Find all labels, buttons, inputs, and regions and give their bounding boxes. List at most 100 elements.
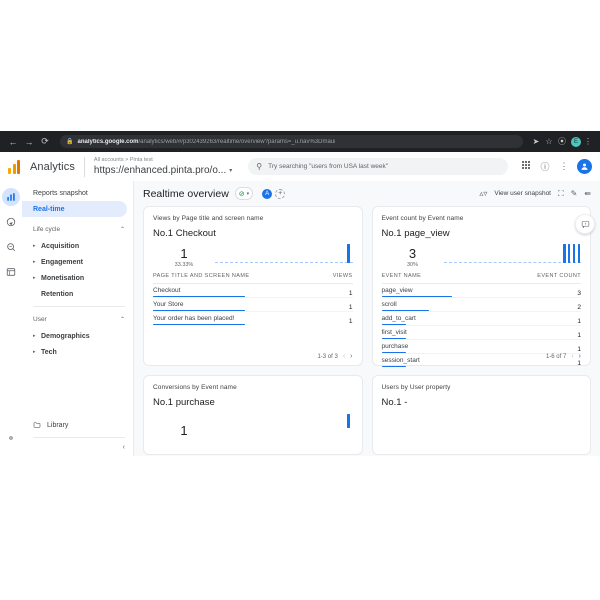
sidebar-section-life-cycle[interactable]: Life cycle ⌃ (22, 221, 133, 238)
configure-icon[interactable] (2, 263, 20, 281)
card-metric-percent: 30% (406, 262, 418, 268)
card-pagination: 1-6 of 7 ‹ › (546, 353, 581, 360)
card-event-count-by-event-name: Event count by Event name No.1 page_view… (371, 206, 591, 367)
sparkline-baseline (215, 262, 353, 263)
table-row[interactable]: Your Store 1 (153, 298, 353, 312)
reports-icon[interactable] (2, 188, 20, 206)
status-badge[interactable]: ⊘ ▾ (234, 187, 254, 200)
sidebar-item-tech[interactable]: ▸ Tech (22, 344, 133, 360)
lock-icon: 🔒 (66, 139, 74, 145)
table-row[interactable]: Checkout 1 (153, 284, 353, 298)
app-body: Reports snapshot Real-time Life cycle ⌃ … (0, 181, 600, 456)
explore-icon[interactable] (2, 213, 20, 231)
address-bar[interactable]: 🔒 analytics.google.com/analytics/web/#/p… (60, 135, 523, 148)
table-row[interactable]: page_view 3 (381, 284, 581, 298)
sidebar-item-label: Engagement (41, 258, 84, 266)
row-label: session_start (381, 357, 420, 364)
gear-icon[interactable] (2, 429, 20, 447)
back-arrow-icon[interactable]: ← (6, 135, 20, 149)
add-comparison-button[interactable]: + (275, 188, 286, 199)
chevron-down-icon[interactable]: ▾ (229, 167, 232, 174)
three-dot-menu-icon[interactable]: ⋮ (582, 136, 594, 148)
chevron-up-icon[interactable]: ⌃ (120, 316, 125, 323)
address-bar-url: analytics.google.com/analytics/web/#/p30… (77, 139, 335, 145)
address-bar-domain: analytics.google.com (77, 138, 139, 145)
chevron-right-icon: ▸ (33, 259, 36, 265)
header-actions: ⓘ ⋮ (510, 159, 592, 174)
apps-grid-icon[interactable] (520, 160, 532, 173)
row-value: 2 (577, 304, 581, 311)
sparkline-bar (347, 414, 350, 428)
sidebar-item-acquisition[interactable]: ▸ Acquisition (22, 238, 133, 254)
sidebar-section-user[interactable]: User ⌃ (22, 311, 133, 328)
check-circle-icon: ⊘ (238, 190, 245, 198)
sidebar-item-engagement[interactable]: ▸ Engagement (22, 254, 133, 270)
sidebar-collapse-row: ‹ (33, 437, 125, 456)
card-metric-value: 1 (180, 423, 188, 438)
feedback-icon[interactable] (575, 214, 595, 234)
card-top-item: No.1 Checkout (153, 228, 216, 239)
view-user-snapshot-button[interactable]: View user snapshot (494, 190, 551, 197)
sidebar-item-library[interactable]: Library (22, 417, 133, 433)
chevron-down-icon[interactable]: ▾ (247, 191, 250, 197)
row-value: 1 (577, 318, 581, 325)
sidebar-item-retention[interactable]: Retention (22, 286, 133, 302)
card-sparkline (215, 241, 353, 269)
forward-arrow-icon[interactable]: → (22, 135, 36, 149)
table-row[interactable]: add_to_cart 1 (381, 312, 581, 326)
sidebar-item-reports-snapshot[interactable]: Reports snapshot (22, 185, 127, 201)
sidebar-item-monetisation[interactable]: ▸ Monetisation (22, 270, 133, 286)
card-title: Event count by Event name (381, 215, 464, 222)
card-sparkline (215, 410, 353, 438)
row-label-cell: page_view (381, 287, 477, 297)
property-name: https://enhanced.pinta.pro/o... (93, 164, 227, 176)
row-bar (153, 295, 245, 297)
row-bar (381, 365, 406, 367)
pagination-next-icon[interactable]: › (350, 353, 352, 360)
pagination-prev-icon[interactable]: ‹ (343, 353, 345, 360)
fullscreen-icon[interactable]: ⛶ (558, 189, 564, 199)
sidebar-item-label: Acquisition (41, 242, 80, 250)
three-dot-menu-icon[interactable]: ⋮ (558, 161, 570, 173)
collapse-chevron-icon[interactable]: ‹ (123, 444, 125, 451)
comparison-badge[interactable]: A (262, 188, 273, 199)
sparkline-bar (347, 244, 350, 263)
row-bar (153, 309, 245, 311)
product-name: Analytics (30, 160, 75, 173)
pagination-prev-icon[interactable]: ‹ (571, 353, 573, 360)
table-row[interactable]: Your order has been placed! 1 (153, 312, 353, 325)
sidebar-item-demographics[interactable]: ▸ Demographics (22, 328, 133, 344)
card-metric-percent: 33.33% (174, 262, 194, 268)
sidebar-item-label: Retention (41, 290, 74, 298)
row-value: 1 (348, 290, 353, 297)
sidebar-section-label: User (33, 316, 47, 323)
share-icon[interactable]: ➤ (530, 136, 542, 148)
property-selector[interactable]: All accounts > Pinta test https://enhanc… (83, 156, 232, 177)
row-bar (381, 309, 429, 311)
user-snapshot-icon[interactable]: ▵▿ (479, 189, 487, 198)
chevron-right-icon: ▸ (33, 243, 36, 249)
row-label: add_to_cart (381, 315, 416, 322)
insights-edit-icon[interactable]: ✎ (571, 189, 578, 198)
share-icon[interactable]: ⇚ (584, 189, 591, 198)
search-input[interactable]: ⚲ Try searching "users from USA last wee… (248, 158, 509, 175)
table-row[interactable]: scroll 2 (381, 298, 581, 312)
table-header-row: PAGE TITLE AND SCREEN NAME VIEWS (153, 273, 353, 284)
help-icon[interactable]: ⓘ (539, 161, 551, 173)
row-label: purchase (381, 343, 409, 350)
sidebar-item-realtime[interactable]: Real-time (22, 201, 127, 217)
search-icon: ⚲ (256, 162, 263, 171)
star-icon[interactable]: ☆ (543, 136, 555, 148)
advertising-icon[interactable] (2, 238, 20, 256)
table-row[interactable]: first_visit 1 (381, 326, 581, 340)
pagination-next-icon[interactable]: › (579, 353, 581, 360)
puzzle-icon[interactable]: ⦿ (556, 136, 568, 148)
reload-icon[interactable]: ⟳ (38, 135, 52, 149)
browser-profile-avatar[interactable]: E (571, 136, 581, 147)
sparkline-bar (577, 244, 581, 263)
row-label: Your order has been placed! (153, 315, 235, 322)
row-bar (381, 337, 406, 339)
user-avatar-icon[interactable] (577, 159, 592, 174)
table-row[interactable]: purchase 1 (381, 340, 581, 354)
chevron-up-icon[interactable]: ⌃ (120, 226, 125, 233)
